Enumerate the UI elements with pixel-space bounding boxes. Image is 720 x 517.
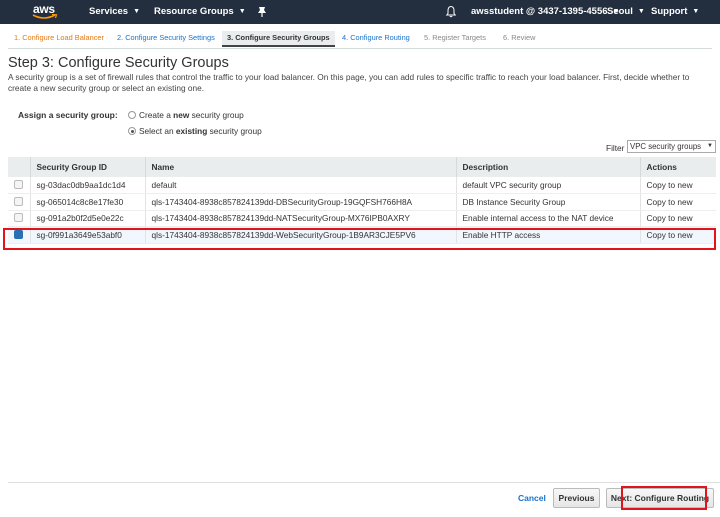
copy-to-new-link[interactable]: Copy to new: [640, 226, 716, 244]
aws-logo[interactable]: aws: [30, 2, 60, 22]
row-checkbox-cell: [8, 193, 31, 211]
table-row[interactable]: sg-065014c8c8e17fe30 qls-1743404-8938c85…: [8, 193, 716, 211]
row-checkbox[interactable]: [14, 180, 23, 189]
radio-button[interactable]: [128, 111, 136, 119]
footer-divider: [8, 482, 720, 483]
chevron-down-icon: ▼: [707, 143, 713, 149]
chevron-down-icon: ▼: [692, 8, 700, 15]
page-title: Step 3: Configure Security Groups: [8, 55, 229, 71]
filter-select[interactable]: VPC security groups ▼: [627, 140, 716, 153]
chevron-down-icon: ▼: [637, 8, 645, 15]
header-security-group-id[interactable]: Security Group ID: [30, 157, 146, 177]
header-actions: Actions: [640, 157, 716, 177]
step-configure-security-groups[interactable]: 3. Configure Security Groups: [222, 31, 335, 47]
cell-description: DB Instance Security Group: [456, 193, 641, 211]
row-checkbox-cell: [8, 226, 31, 244]
step-configure-load-balancer[interactable]: 1. Configure Load Balancer: [14, 31, 104, 47]
copy-to-new-link[interactable]: Copy to new: [640, 177, 716, 194]
table-row-selected[interactable]: sg-0f991a3649e53abf0 qls-1743404-8938c85…: [8, 226, 716, 244]
header-description[interactable]: Description: [456, 157, 641, 177]
step-review: 6. Review: [503, 33, 536, 42]
filter-value: VPC security groups: [630, 142, 702, 151]
radio-create-new[interactable]: Create a new security group: [128, 110, 244, 120]
row-checkbox-checked[interactable]: [14, 229, 23, 239]
row-checkbox[interactable]: [14, 196, 23, 206]
pin-icon[interactable]: [256, 5, 268, 18]
previous-button[interactable]: Previous: [553, 488, 600, 508]
account-label: awsstudent @ 3437-1395-4556: [471, 6, 608, 17]
copy-to-new-link[interactable]: Copy to new: [640, 193, 716, 211]
security-groups-table: Security Group ID Name Description Actio…: [8, 157, 716, 244]
table-row[interactable]: sg-091a2b0f2d5e0e22c qls-1743404-8938c85…: [8, 210, 716, 227]
radio-label-prefix: Create a: [139, 110, 174, 120]
radio-label-bold: existing: [175, 126, 208, 136]
step-configure-routing[interactable]: 4. Configure Routing: [342, 31, 410, 47]
row-checkbox-cell: [8, 210, 31, 227]
resource-groups-label: Resource Groups: [154, 6, 234, 17]
next-configure-routing-button[interactable]: Next: Configure Routing: [606, 488, 714, 508]
copy-to-new-link[interactable]: Copy to new: [640, 210, 716, 227]
resource-groups-menu[interactable]: Resource Groups ▼: [154, 6, 246, 17]
cell-security-group-id: sg-0f991a3649e53abf0: [30, 226, 146, 244]
radio-label-suffix: security group: [207, 126, 262, 136]
table-header-row: Security Group ID Name Description Actio…: [8, 157, 716, 177]
cell-name: qls-1743404-8938c857824139dd-NATSecurity…: [145, 210, 457, 227]
radio-label-bold: new: [173, 110, 190, 120]
cell-description: Enable HTTP access: [456, 226, 641, 244]
step-configure-security-settings[interactable]: 2. Configure Security Settings: [117, 31, 215, 47]
cell-name: default: [145, 177, 457, 194]
region-label: Seoul: [607, 6, 633, 17]
account-menu[interactable]: awsstudent @ 3437-1395-4556 ▼: [471, 6, 619, 17]
region-menu[interactable]: Seoul ▼: [607, 6, 645, 17]
cell-name: qls-1743404-8938c857824139dd-DBSecurityG…: [145, 193, 457, 211]
divider: [8, 48, 712, 49]
radio-button-checked[interactable]: [128, 127, 136, 135]
step-register-targets: 5. Register Targets: [424, 33, 486, 42]
radio-select-existing[interactable]: Select an existing security group: [128, 126, 262, 136]
header-checkbox-col: [8, 157, 31, 177]
intro-text: A security group is a set of firewall ru…: [8, 72, 690, 93]
chevron-down-icon: ▼: [133, 8, 141, 15]
bell-icon[interactable]: [445, 5, 457, 18]
smile-icon: [32, 14, 58, 19]
cell-security-group-id: sg-091a2b0f2d5e0e22c: [30, 210, 146, 227]
support-menu[interactable]: Support ▼: [651, 6, 699, 17]
cell-description: default VPC security group: [456, 177, 641, 194]
radio-label-prefix: Select an: [139, 126, 176, 136]
top-nav: aws Services ▼ Resource Groups ▼ awsstuden…: [0, 0, 720, 24]
radio-label-suffix: security group: [189, 110, 244, 120]
assign-security-group-label: Assign a security group:: [18, 110, 118, 120]
cell-security-group-id: sg-03dac0db9aa1dc1d4: [30, 177, 146, 194]
row-checkbox-cell: [8, 177, 31, 194]
cell-description: Enable internal access to the NAT device: [456, 210, 641, 227]
services-menu[interactable]: Services ▼: [89, 6, 140, 17]
cell-name: qls-1743404-8938c857824139dd-WebSecurity…: [145, 226, 457, 244]
header-name[interactable]: Name: [145, 157, 457, 177]
cancel-link[interactable]: Cancel: [518, 493, 546, 503]
cell-security-group-id: sg-065014c8c8e17fe30: [30, 193, 146, 211]
support-label: Support: [651, 6, 688, 17]
filter-label: Filter: [606, 143, 625, 153]
chevron-down-icon: ▼: [238, 8, 246, 15]
table-row[interactable]: sg-03dac0db9aa1dc1d4 default default VPC…: [8, 177, 716, 194]
services-label: Services: [89, 6, 129, 17]
row-checkbox[interactable]: [14, 213, 23, 223]
